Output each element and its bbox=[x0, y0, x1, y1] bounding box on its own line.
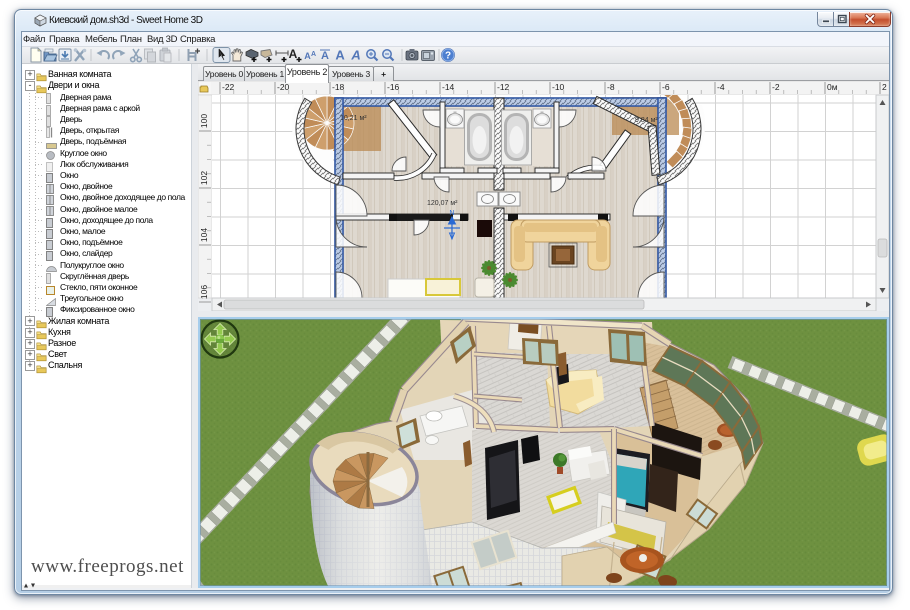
svg-text:120,07 м²: 120,07 м² bbox=[427, 200, 458, 207]
svg-text:A: A bbox=[311, 51, 316, 58]
svg-text:A: A bbox=[335, 48, 345, 63]
svg-text:9,84 м²: 9,84 м² bbox=[635, 117, 658, 124]
svg-text:2: 2 bbox=[882, 82, 887, 92]
svg-text:A: A bbox=[321, 50, 329, 62]
svg-text:-12: -12 bbox=[497, 82, 510, 92]
svg-text:-10: -10 bbox=[552, 82, 565, 92]
svg-text:?: ? bbox=[445, 51, 451, 62]
svg-text:-8: -8 bbox=[607, 82, 615, 92]
svg-text:100: 100 bbox=[199, 114, 209, 128]
svg-text:106: 106 bbox=[199, 285, 209, 299]
svg-text:10,21 м²: 10,21 м² bbox=[340, 115, 367, 122]
svg-text:-22: -22 bbox=[222, 82, 235, 92]
svg-text:-6: -6 bbox=[662, 82, 670, 92]
svg-text:N: N bbox=[449, 210, 454, 217]
svg-text:0м: 0м bbox=[827, 82, 838, 92]
svg-text:104: 104 bbox=[199, 228, 209, 242]
svg-text:-20: -20 bbox=[277, 82, 290, 92]
svg-text:A: A bbox=[350, 48, 360, 63]
svg-text:-14: -14 bbox=[442, 82, 455, 92]
svg-text:102: 102 bbox=[199, 171, 209, 185]
svg-text:-4: -4 bbox=[717, 82, 725, 92]
svg-text:A: A bbox=[289, 47, 298, 61]
svg-text:-2: -2 bbox=[772, 82, 780, 92]
svg-text:-16: -16 bbox=[387, 82, 400, 92]
svg-text:-18: -18 bbox=[332, 82, 345, 92]
